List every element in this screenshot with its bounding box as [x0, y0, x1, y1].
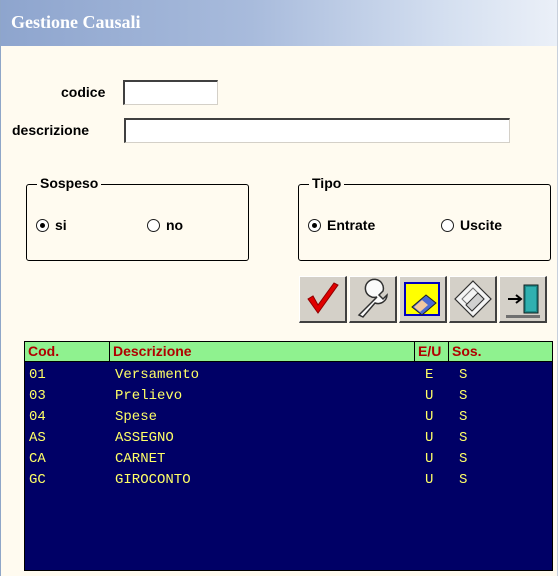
cell-descrizione: GIROCONTO	[115, 472, 191, 488]
eraser-diamond-icon	[454, 280, 492, 318]
codice-field[interactable]	[123, 80, 218, 105]
checkmark-icon	[307, 282, 339, 314]
cell-sos: S	[459, 367, 468, 383]
cell-descrizione: Versamento	[115, 367, 200, 383]
descrizione-field[interactable]	[124, 118, 510, 143]
cell-sos: S	[459, 472, 468, 488]
radio-entrate-label: Entrate	[327, 217, 376, 233]
table-row[interactable]: AS ASSEGNO U S	[25, 428, 552, 448]
wrench-icon	[357, 278, 388, 318]
causali-table[interactable]: Cod. Descrizione E/U Sos. 01 Versamento E S…	[24, 341, 553, 571]
column-header-descrizione[interactable]: Descrizione	[113, 343, 192, 360]
radio-uscite-indicator[interactable]	[441, 218, 454, 232]
cell-cod: 01	[29, 367, 46, 383]
cell-sos: S	[459, 388, 468, 404]
cell-sos: S	[459, 430, 468, 446]
tipo-legend: Tipo	[309, 175, 345, 191]
column-header-cod[interactable]: Cod.	[28, 343, 59, 360]
column-divider	[109, 342, 110, 361]
cell-eu: E	[425, 367, 434, 383]
cell-sos: S	[459, 409, 468, 425]
exit-door-icon	[506, 284, 540, 318]
window-title: Gestione Causali	[11, 12, 141, 32]
radio-no-label: no	[166, 217, 184, 233]
tipo-radio-entrate[interactable]: Entrate	[308, 217, 375, 233]
column-divider	[448, 342, 449, 361]
erase-button[interactable]	[399, 276, 447, 323]
table-row[interactable]: 03 Prelievo U S	[25, 386, 552, 406]
radio-uscite-label: Uscite	[460, 217, 503, 233]
cell-eu: U	[425, 388, 434, 404]
cell-eu: U	[425, 409, 434, 425]
radio-no-indicator[interactable]	[147, 218, 160, 232]
descrizione-input[interactable]	[126, 120, 509, 142]
eraser-icon	[404, 282, 440, 316]
cell-cod: 03	[29, 388, 46, 404]
cell-cod: GC	[29, 472, 46, 488]
title-bar[interactable]: Gestione Causali	[1, 0, 557, 46]
radio-si-indicator[interactable]	[36, 218, 49, 232]
cell-eu: U	[425, 451, 434, 467]
column-header-sos[interactable]: Sos.	[452, 343, 482, 360]
cell-sos: S	[459, 451, 468, 467]
cell-eu: U	[425, 472, 434, 488]
cell-cod: 04	[29, 409, 46, 425]
clear-button[interactable]	[449, 276, 497, 323]
confirm-button[interactable]	[299, 276, 347, 323]
exit-button[interactable]	[499, 276, 547, 323]
cell-cod: AS	[29, 430, 46, 446]
tipo-radio-uscite[interactable]: Uscite	[441, 217, 502, 233]
table-row[interactable]: GC GIROCONTO U S	[25, 470, 552, 490]
column-divider	[414, 342, 415, 361]
sospeso-radio-no[interactable]: no	[147, 217, 183, 233]
table-header: Cod. Descrizione E/U Sos.	[25, 342, 552, 362]
sospeso-legend: Sospeso	[37, 175, 102, 191]
column-header-eu[interactable]: E/U	[418, 343, 441, 360]
cell-descrizione: ASSEGNO	[115, 430, 174, 446]
cell-descrizione: CARNET	[115, 451, 166, 467]
table-row[interactable]: 04 Spese U S	[25, 407, 552, 427]
cell-descrizione: Spese	[115, 409, 158, 425]
descrizione-label: descrizione	[12, 122, 90, 138]
table-row[interactable]: 01 Versamento E S	[25, 365, 552, 385]
table-row[interactable]: CA CARNET U S	[25, 449, 552, 469]
cell-eu: U	[425, 430, 434, 446]
sospeso-radio-si[interactable]: si	[36, 217, 67, 233]
tools-button[interactable]	[349, 276, 397, 323]
gestione-causali-window: Gestione Causali codice descrizione Sosp…	[0, 0, 558, 576]
codice-input[interactable]	[125, 82, 217, 104]
codice-label: codice	[61, 84, 106, 100]
radio-si-label: si	[55, 217, 67, 233]
cell-cod: CA	[29, 451, 46, 467]
radio-entrate-indicator[interactable]	[308, 218, 321, 232]
cell-descrizione: Prelievo	[115, 388, 183, 404]
